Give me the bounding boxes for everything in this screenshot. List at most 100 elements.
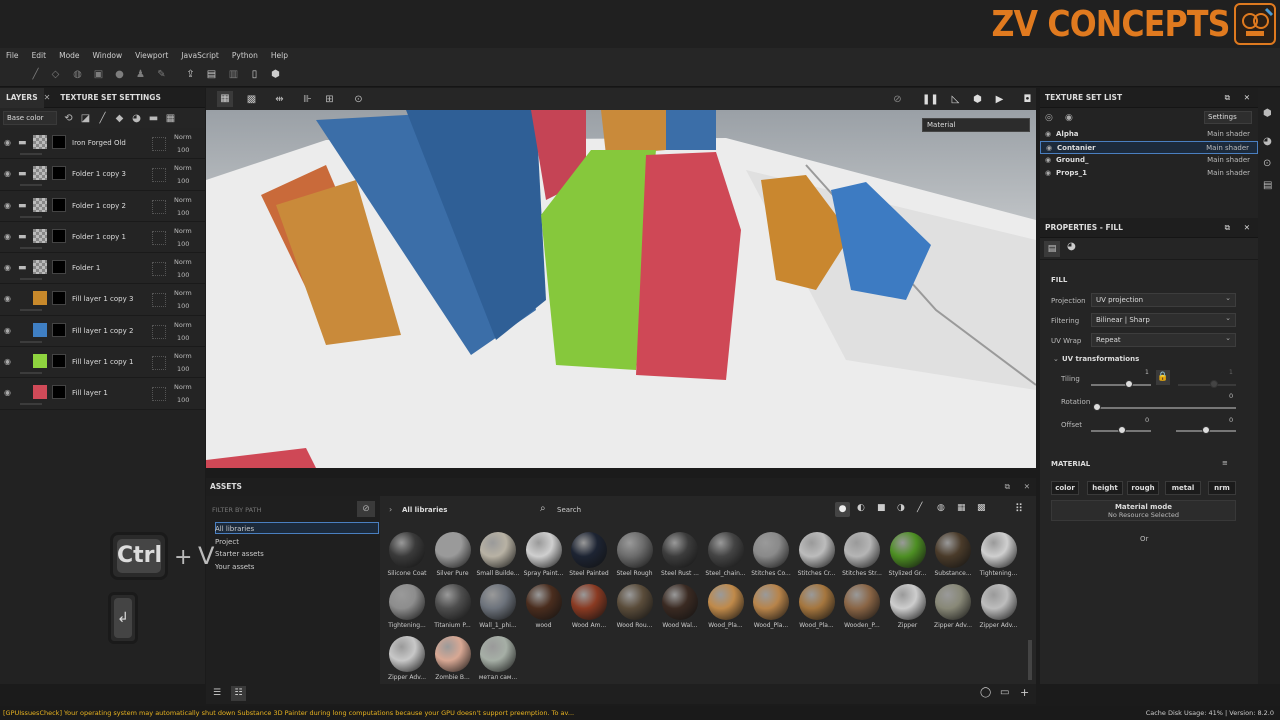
add-paint-layer-icon[interactable]: ╱ [97, 113, 108, 124]
delete-icon[interactable]: ▥ [228, 69, 239, 80]
tiling-slider[interactable] [1091, 384, 1151, 386]
library-project[interactable]: Project [215, 538, 239, 546]
channel-rough-button[interactable]: rough [1127, 481, 1159, 495]
rotation-slider[interactable] [1097, 407, 1236, 409]
library-your-assets[interactable]: Your assets [215, 563, 254, 571]
tiling-knob-2[interactable] [1210, 380, 1218, 388]
layer-mask[interactable] [52, 166, 66, 181]
layer-mask[interactable] [52, 354, 66, 369]
material-thumbnail[interactable]: wood [521, 584, 565, 632]
menu-viewport[interactable]: Viewport [135, 51, 168, 60]
material-thumbnail[interactable]: Wood Rou... [612, 584, 656, 632]
camera-video-icon[interactable]: ▶ [994, 94, 1005, 105]
folder-icon[interactable]: ▭ [1000, 687, 1009, 698]
picker-icon[interactable]: ✎ [156, 69, 167, 80]
layer-name[interactable]: Folder 1 copy 3 [72, 170, 126, 178]
pin-icon[interactable]: ⧉ [1005, 478, 1010, 496]
material-thumbnail[interactable]: Silicone Coat [384, 532, 428, 580]
material-thumbnail[interactable]: Tightening... [384, 584, 428, 632]
smudge-icon[interactable]: ● [114, 69, 125, 80]
material-thumbnail[interactable]: Silver Pure [430, 532, 474, 580]
channel-height-button[interactable]: height [1087, 481, 1123, 495]
menu-file[interactable]: File [6, 51, 19, 60]
close-icon[interactable]: ✕ [1244, 218, 1250, 238]
fill-color-swatch[interactable] [33, 322, 47, 337]
layer-opacity[interactable]: 100 [177, 302, 189, 310]
pin-icon[interactable]: ⧉ [1225, 218, 1230, 238]
texture-set-shader[interactable]: Main shader [1207, 167, 1250, 180]
material-thumbnail[interactable]: Tightening... [976, 532, 1020, 580]
menu-window[interactable]: Window [93, 51, 123, 60]
eye-icon[interactable]: ◉ [4, 263, 14, 272]
material-thumbnail[interactable]: Wood Wal... [657, 584, 701, 632]
material-thumbnail[interactable]: Zipper Adv... [930, 584, 974, 632]
blend-mode[interactable]: Norm [174, 258, 192, 266]
material-thumbnail[interactable]: Wooden_P... [839, 584, 883, 632]
layers-side-icon[interactable]: ⬢ [1263, 108, 1272, 119]
eye-icon[interactable]: ◉ [1045, 167, 1051, 180]
pause-icon[interactable]: ❚❚ [922, 94, 939, 105]
layer-row[interactable]: ◉ ▬ Folder 1 copy 1 Norm 100 [0, 221, 205, 254]
uv-transform-heading[interactable]: UV transformations [1062, 355, 1139, 363]
assets-scrollbar[interactable] [1028, 640, 1032, 680]
folder-icon[interactable]: ▬ [18, 232, 29, 242]
material-thumbnail[interactable]: Titanium P... [430, 584, 474, 632]
assets-breadcrumb[interactable]: All libraries [402, 506, 447, 514]
channel-color-button[interactable]: color [1051, 481, 1079, 495]
grid-split-icon[interactable]: ▩ [246, 94, 257, 105]
layer-mask[interactable] [52, 322, 66, 337]
eye-icon[interactable]: ◉ [4, 357, 14, 366]
material-thumbnail[interactable]: Small Builde... [475, 532, 520, 580]
material-thumbnail[interactable]: Wood_Pla... [794, 584, 838, 632]
export-icon[interactable]: ⇪ [185, 69, 196, 80]
layer-effect-slot[interactable] [152, 262, 166, 277]
blend-mode[interactable]: Norm [174, 164, 192, 172]
blend-mode[interactable]: Norm [174, 227, 192, 235]
chevron-right-icon[interactable]: › [389, 505, 392, 514]
material-thumbnail[interactable]: Wood_Pla... [703, 584, 747, 632]
layer-row[interactable]: ◉ Fill layer 1 copy 2 Norm 100 [0, 315, 205, 348]
filtering-select[interactable]: Bilinear | Sharp [1091, 312, 1236, 327]
filter-brush-icon[interactable]: ╱ [917, 503, 922, 513]
clone-icon[interactable]: ♟ [135, 69, 146, 80]
layer-opacity[interactable]: 100 [177, 365, 189, 373]
material-thumbnail[interactable]: Steel Painted [566, 532, 610, 580]
layer-name[interactable]: Folder 1 copy 2 [72, 202, 126, 210]
channel-metal-button[interactable]: metal [1165, 481, 1201, 495]
eye-icon[interactable]: ◉ [1065, 113, 1073, 123]
offset-x-knob[interactable] [1118, 426, 1126, 434]
blend-mode[interactable]: Norm [174, 383, 192, 391]
material-thumbnail[interactable]: Steel_chain... [703, 532, 747, 580]
material-mode-box[interactable]: Material mode No Resource Selected [1051, 500, 1236, 521]
uvwrap-select[interactable]: Repeat [1091, 332, 1236, 347]
layer-mask[interactable] [52, 228, 66, 243]
material-side-icon[interactable]: ◕ [1263, 136, 1272, 147]
layer-effect-slot[interactable] [152, 387, 166, 402]
document-icon[interactable]: ▯ [249, 69, 260, 80]
projection-select[interactable]: UV projection [1091, 292, 1236, 307]
layer-name[interactable]: Iron Forged Old [72, 139, 126, 147]
filter-texture-icon[interactable]: ■ [877, 503, 886, 513]
filter-material-icon[interactable]: ● [835, 502, 850, 517]
search-icon[interactable]: ⌕ [540, 503, 546, 514]
log-side-icon[interactable]: ▤ [1263, 180, 1272, 191]
layer-effect-slot[interactable] [152, 324, 166, 339]
shape-icon[interactable]: ◺ [950, 94, 961, 105]
eye-icon[interactable]: ◉ [4, 388, 14, 397]
list-view-icon[interactable]: ☰ [213, 688, 221, 698]
hide-icon[interactable]: ⊘ [892, 94, 903, 105]
layer-effect-slot[interactable] [152, 168, 166, 183]
folder-icon[interactable]: ▬ [18, 201, 29, 211]
material-thumbnail[interactable]: Wood Am... [566, 584, 610, 632]
folder-icon[interactable]: ▬ [18, 169, 29, 179]
layer-name[interactable]: Fill layer 1 copy 2 [72, 327, 133, 335]
layer-effect-slot[interactable] [152, 230, 166, 245]
eye-icon[interactable]: ◉ [4, 326, 14, 335]
layer-name[interactable]: Fill layer 1 copy 1 [72, 358, 133, 366]
material-thumbnail[interactable]: Wood_Pla... [748, 584, 792, 632]
texture-set-name[interactable]: Ground_ [1056, 154, 1088, 167]
material-thumbnail[interactable]: Stitches Co... [748, 532, 792, 580]
layer-opacity[interactable]: 100 [177, 334, 189, 342]
channel-nrm-button[interactable]: nrm [1208, 481, 1236, 495]
texture-set-name[interactable]: Alpha [1056, 128, 1079, 141]
